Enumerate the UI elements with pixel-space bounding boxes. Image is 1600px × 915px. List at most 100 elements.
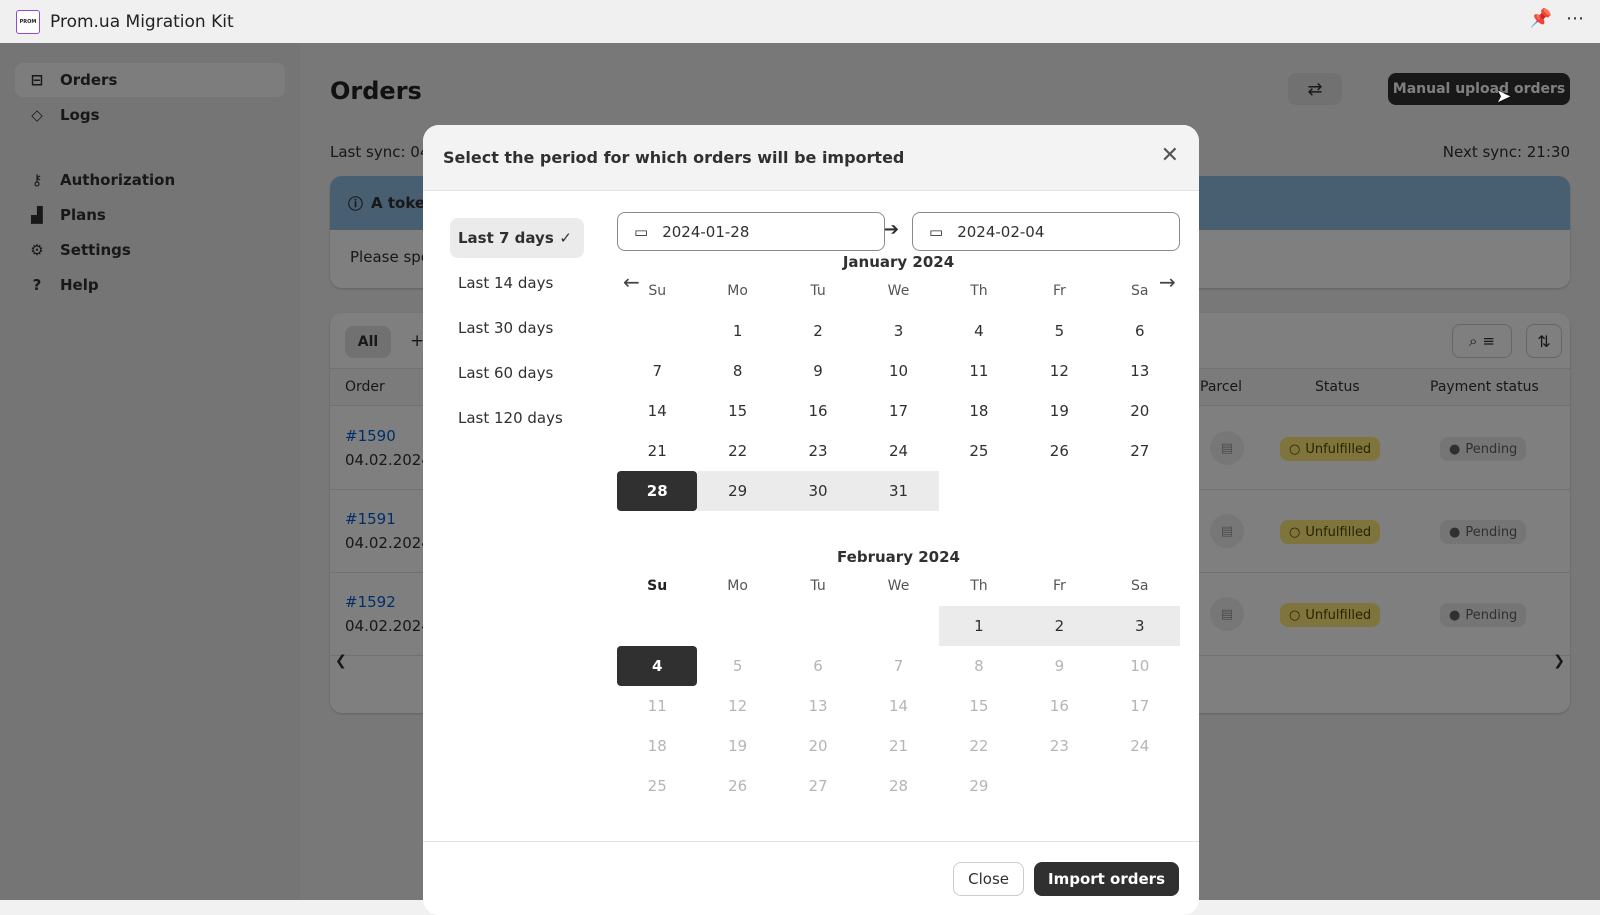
calendar-day[interactable]: 2 — [1019, 606, 1100, 646]
calendar-day[interactable]: 15 — [697, 391, 777, 431]
month-title: January 2024 — [842, 253, 955, 271]
calendar-day[interactable]: 18 — [939, 391, 1019, 431]
calendar-day[interactable]: 7 — [617, 351, 697, 391]
weekday-header: Su Mo Tu We Th Fr Sa — [617, 578, 1180, 594]
empty-cell — [617, 311, 697, 351]
calendar-day[interactable]: 3 — [858, 311, 938, 351]
weekday-label: Th — [970, 578, 988, 594]
calendar-day[interactable]: 1 — [938, 606, 1020, 646]
empty-cell — [858, 606, 938, 646]
calendar-day[interactable]: 10 — [858, 351, 938, 391]
preset-last-7-days[interactable]: Last 7 days ✓ — [450, 218, 584, 258]
calendar-day[interactable]: 20 — [1100, 391, 1180, 431]
mouse-cursor-icon: ➤ — [1496, 86, 1512, 107]
start-date-input[interactable]: ▭ 2024-01-28 — [617, 212, 885, 251]
calendar-day: 28 — [888, 777, 909, 795]
calendar-january: January 2024 Su Mo Tu We Th Fr Sa 1 2 3 4 5 6 7 8 9 10 11 1… — [617, 253, 1180, 511]
calendar-day: 18 — [647, 737, 667, 755]
calendar-day[interactable]: 30 — [777, 471, 859, 511]
calendar-icon: ▭ — [929, 222, 944, 241]
weekday-label: Tu — [810, 283, 826, 299]
close-button[interactable]: Close — [953, 862, 1025, 896]
calendar-day: 19 — [728, 737, 748, 755]
calendar-day: 8 — [974, 657, 984, 675]
weekday-header: Su Mo Tu We Th Fr Sa — [617, 283, 1180, 299]
calendar-day[interactable]: 29 — [697, 471, 778, 511]
calendar-day[interactable]: 21 — [617, 431, 697, 471]
preset-last-30-days[interactable]: Last 30 days — [450, 308, 584, 348]
calendar-day: 23 — [1049, 737, 1069, 755]
calendar-day[interactable]: 11 — [939, 351, 1019, 391]
weekday-label: Sa — [1131, 283, 1149, 299]
preset-last-60-days[interactable]: Last 60 days — [450, 353, 584, 393]
calendar-day[interactable]: 31 — [858, 471, 939, 511]
calendar-day: 6 — [813, 657, 823, 675]
empty-cell — [697, 606, 777, 646]
arrow-right-icon: ➔ — [884, 219, 900, 240]
calendar-day[interactable]: 4 — [617, 646, 698, 686]
weekday-label: Sa — [1131, 578, 1149, 594]
weekday-label: Fr — [1052, 578, 1066, 594]
calendar-day[interactable]: 12 — [1019, 351, 1099, 391]
import-period-dialog: Select the period for which orders will … — [423, 125, 1199, 915]
calendar-day[interactable]: 5 — [1019, 311, 1099, 351]
calendar-day[interactable]: 9 — [778, 351, 858, 391]
calendar-day: 21 — [888, 737, 909, 755]
calendar-day[interactable]: 6 — [1100, 311, 1180, 351]
preset-last-14-days[interactable]: Last 14 days — [450, 263, 584, 303]
calendar-day[interactable]: 2 — [778, 311, 858, 351]
app-logo: PROM — [16, 9, 40, 34]
title-bar: PROM Prom.ua Migration Kit 📌 ⋯ — [0, 0, 1600, 43]
weekday-label: Su — [648, 283, 667, 299]
calendar-day: 17 — [1130, 697, 1150, 715]
calendar-day: 29 — [969, 777, 989, 795]
weekday-label: Su — [647, 578, 668, 594]
more-icon[interactable]: ⋯ — [1566, 8, 1584, 29]
weekday-label: Mo — [727, 283, 748, 299]
calendar-day: 15 — [969, 697, 989, 715]
calendar-day: 16 — [1049, 697, 1069, 715]
import-orders-button[interactable]: Import orders — [1034, 862, 1179, 896]
calendar-day[interactable]: 4 — [939, 311, 1019, 351]
calendar-day[interactable]: 22 — [697, 431, 777, 471]
weekday-label: We — [887, 578, 910, 594]
calendar-day[interactable]: 16 — [778, 391, 858, 431]
calendar-day: 5 — [732, 657, 743, 675]
calendar-day[interactable]: 24 — [858, 431, 938, 471]
calendar-day[interactable]: 28 — [617, 471, 698, 511]
calendar-day: 9 — [1054, 657, 1065, 675]
weekday-label: Tu — [810, 578, 826, 594]
calendar-day[interactable]: 27 — [1100, 431, 1180, 471]
calendar-day: 13 — [808, 697, 828, 715]
calendar-day[interactable]: 13 — [1100, 351, 1180, 391]
calendar-day: 12 — [728, 697, 748, 715]
calendar-day[interactable]: 1 — [697, 311, 777, 351]
end-date-input[interactable]: ▭ 2024-02-04 — [912, 212, 1180, 251]
month-title: February 2024 — [837, 548, 960, 566]
app-title: Prom.ua Migration Kit — [50, 11, 234, 32]
calendar-day[interactable]: 3 — [1099, 606, 1180, 646]
calendar-day[interactable]: 25 — [939, 431, 1019, 471]
calendar-day[interactable]: 23 — [778, 431, 858, 471]
preset-last-120-days[interactable]: Last 120 days — [450, 398, 584, 438]
calendar-icon: ▭ — [634, 222, 649, 241]
calendar-day: 7 — [893, 657, 904, 675]
calendar-day[interactable]: 17 — [858, 391, 938, 431]
preset-list: Last 7 days ✓ Last 14 days Last 30 days L… — [450, 218, 584, 443]
calendar-february: February 2024 Su Mo Tu We Th Fr Sa 1 2 3 4 5 6 7 8 9 10 11… — [617, 548, 1180, 806]
calendar-day: 22 — [969, 737, 989, 755]
empty-cell — [778, 606, 858, 646]
calendar-day[interactable]: 19 — [1019, 391, 1099, 431]
calendar-day[interactable]: 26 — [1019, 431, 1099, 471]
calendar-day: 14 — [888, 697, 909, 715]
calendar-day: 26 — [728, 777, 748, 795]
check-icon: ✓ — [559, 229, 572, 247]
close-icon[interactable]: ✕ — [1161, 143, 1179, 168]
calendar-day: 10 — [1130, 657, 1150, 675]
pin-icon[interactable]: 📌 — [1530, 8, 1552, 29]
calendar-day[interactable]: 8 — [697, 351, 777, 391]
dialog-title: Select the period for which orders will … — [423, 125, 1199, 191]
weekday-label: Th — [970, 283, 988, 299]
calendar-day[interactable]: 14 — [617, 391, 697, 431]
weekday-label: Fr — [1052, 283, 1066, 299]
